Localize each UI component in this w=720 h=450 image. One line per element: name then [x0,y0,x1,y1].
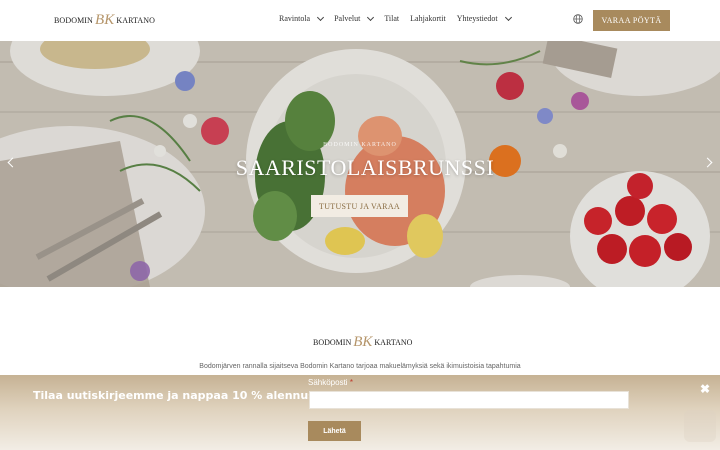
book-table-button[interactable]: VARAA PÖYTÄ [593,10,670,31]
logo-monogram: BK [94,12,115,28]
chevron-down-icon [367,13,375,21]
globe-icon[interactable] [573,14,583,24]
site-header: BODOMIN BK KARTANO Ravintola Palvelut Ti… [0,0,720,41]
logo-text-right: KARTANO [374,337,413,347]
chat-widget-icon[interactable] [684,410,716,442]
logo-text-left: BODOMIN [54,15,93,25]
intro-text: Bodomjärven rannalla sijaitseva Bodomin … [199,363,521,370]
nav-label: Ravintola [279,14,311,23]
close-icon[interactable]: ✖ [700,382,710,396]
nav-item-lahjakortit[interactable]: Lahjakortit [410,14,446,23]
nav-item-ravintola[interactable]: Ravintola [279,13,325,23]
chevron-down-icon [317,13,325,21]
nav-item-yhteystiedot[interactable]: Yhteystiedot [456,13,512,23]
email-label: Sähköposti * [308,378,353,387]
main-nav: Ravintola Palvelut Tilat Lahjakortit Yht… [279,13,522,23]
nav-item-tilat[interactable]: Tilat [384,14,399,23]
required-mark: * [349,378,353,387]
email-input[interactable] [309,391,629,409]
logo-text-left: BODOMIN [313,337,352,347]
email-label-text: Sähköposti [308,378,348,387]
nav-label: Lahjakortit [410,14,446,23]
chevron-down-icon [504,13,512,21]
site-logo[interactable]: BODOMIN BK KARTANO [54,12,156,28]
newsletter-title: Tilaa uutiskirjeemme ja nappaa 10 % alen… [33,389,328,402]
submit-button[interactable]: Lähetä [308,421,361,441]
hero-title: SAARISTOLAISBRUNSSI [235,155,495,180]
intro-logo: BODOMIN BK KARTANO [313,334,413,350]
nav-label: Tilat [384,14,400,23]
nav-label: Palvelut [334,14,361,23]
hero-subtitle: BODOMIN KARTANO [323,142,397,148]
hero-cta-button[interactable]: TUTUSTU JA VARAA [311,195,408,217]
nav-label: Yhteystiedot [456,14,498,23]
nav-item-palvelut[interactable]: Palvelut [334,13,375,23]
newsletter-bar: Tilaa uutiskirjeemme ja nappaa 10 % alen… [0,375,720,450]
hero-slider: BODOMIN KARTANO SAARISTOLAISBRUNSSI TUTU… [0,41,720,287]
logo-text-right: KARTANO [116,15,156,25]
logo-monogram: BK [353,334,373,350]
